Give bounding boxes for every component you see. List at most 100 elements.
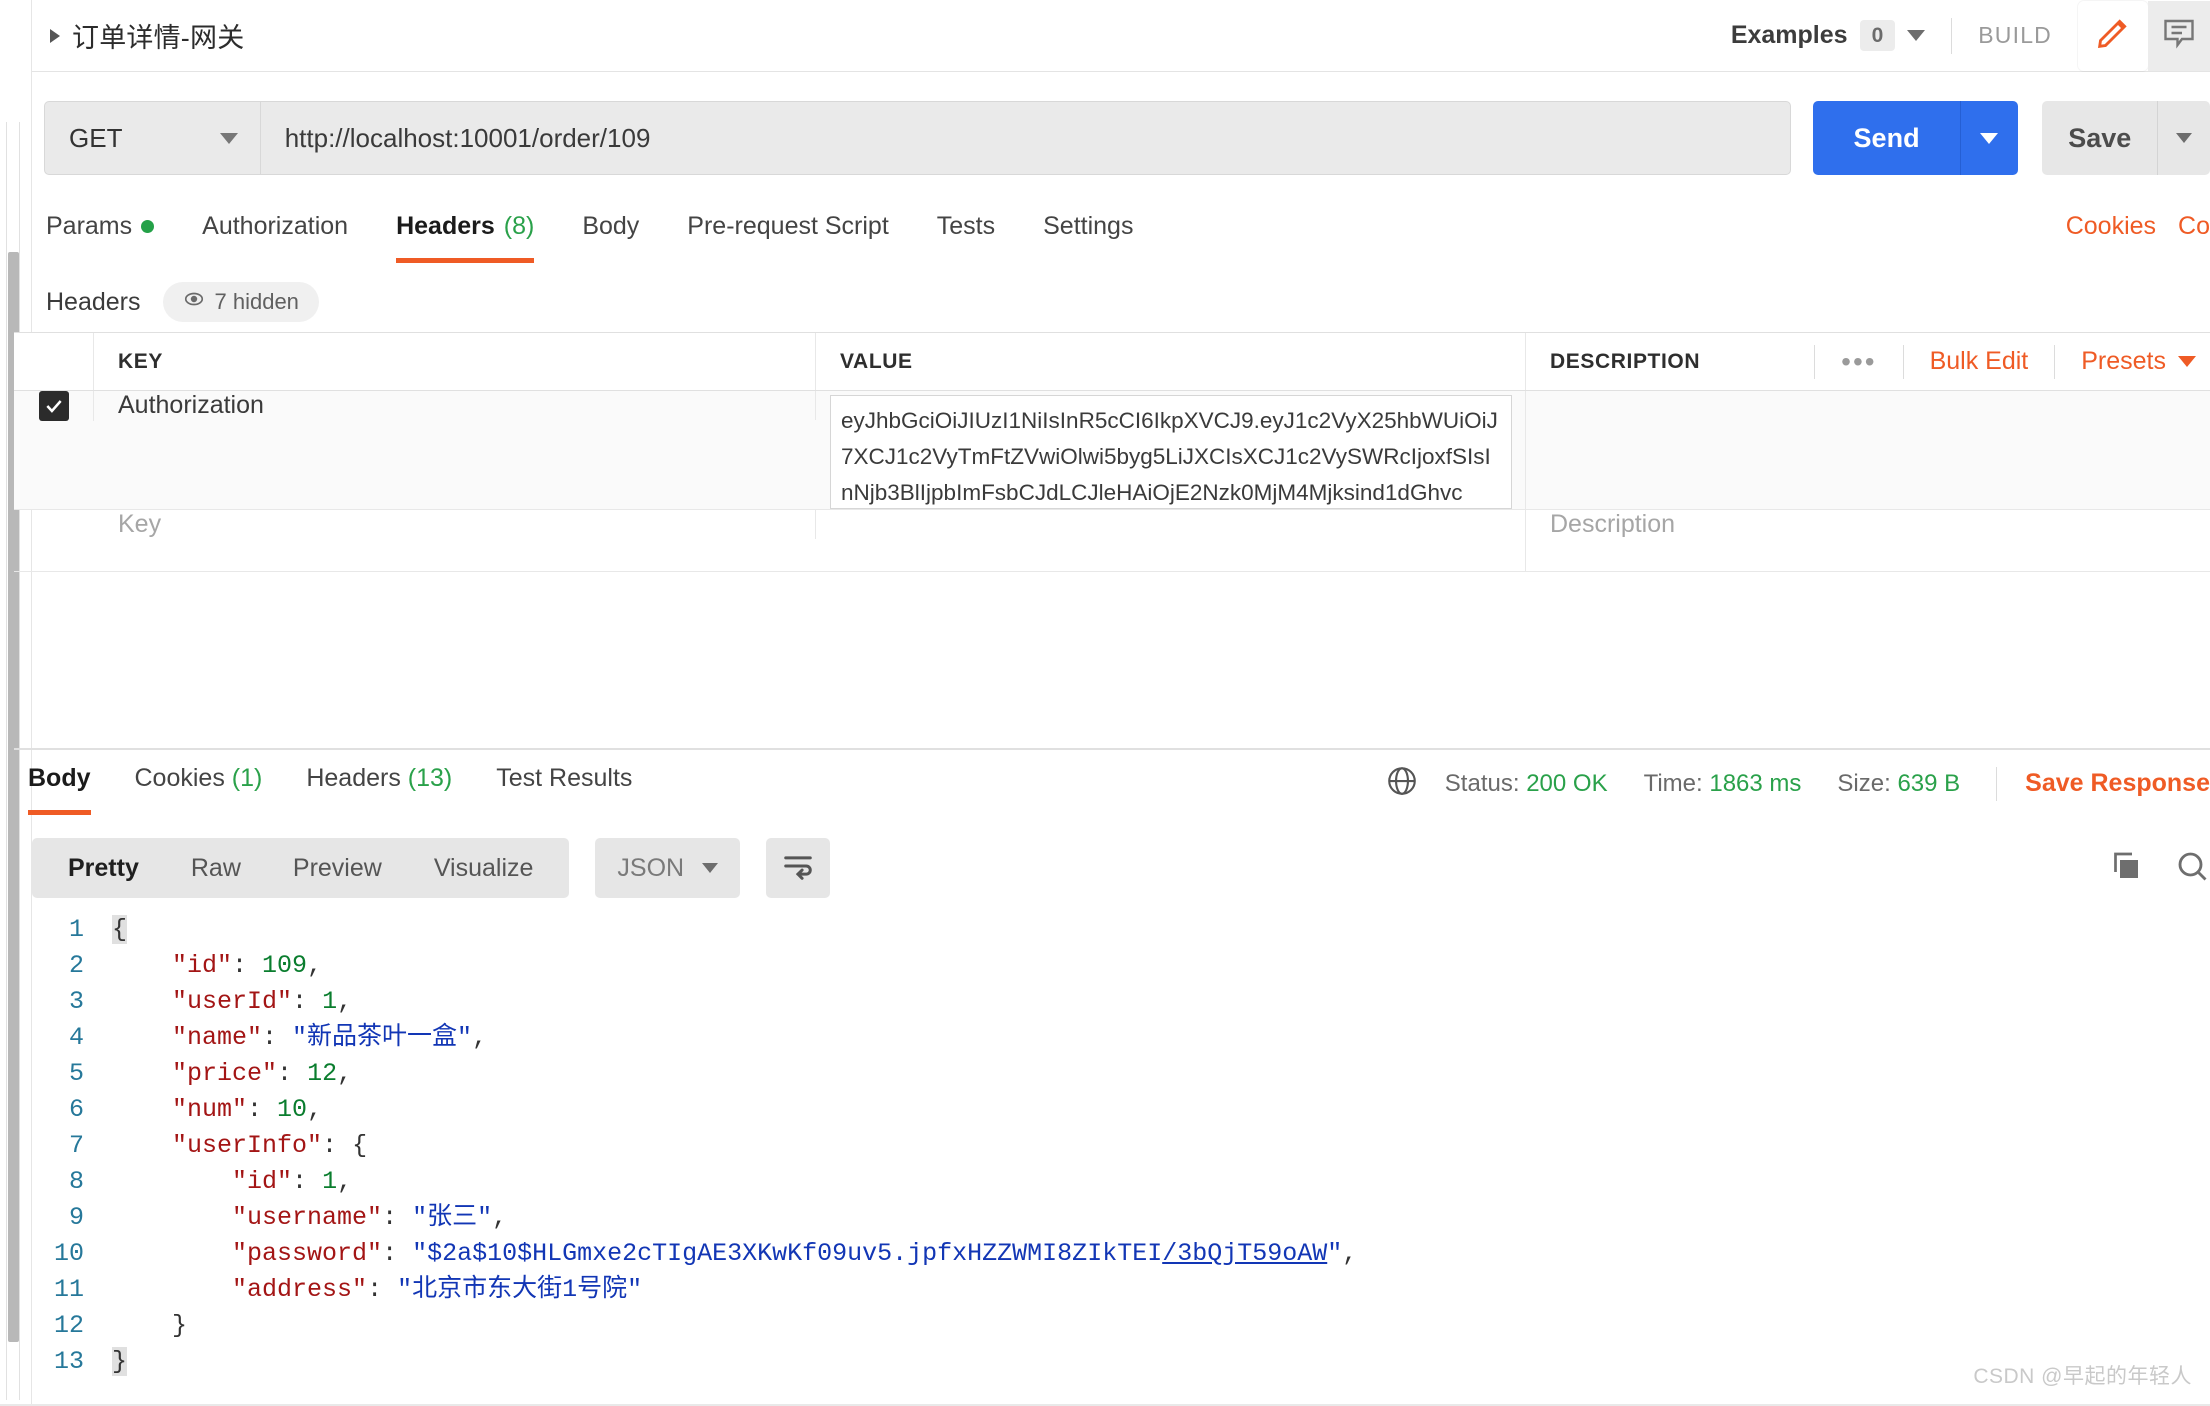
bulk-edit-button[interactable]: Bulk Edit <box>1904 347 2055 376</box>
save-response-button[interactable]: Save Response <box>2025 769 2210 798</box>
line-number: 10 <box>53 1239 84 1268</box>
format-select[interactable]: JSON <box>595 838 741 898</box>
edit-pencil-button[interactable] <box>2078 0 2148 71</box>
presets-dropdown[interactable]: Presets <box>2055 347 2210 376</box>
status-value: 200 OK <box>1526 769 1608 797</box>
code-link[interactable]: Co <box>2178 212 2210 241</box>
comments-button[interactable] <box>2148 0 2210 71</box>
response-tab-test-results[interactable]: Test Results <box>496 750 632 815</box>
headers-table-head: KEY VALUE DESCRIPTION ••• Bulk Edit Pres… <box>14 333 2210 391</box>
send-options-button[interactable] <box>1959 101 2019 175</box>
tab-authorization[interactable]: Authorization <box>202 204 348 263</box>
copy-button[interactable] <box>2108 848 2144 889</box>
cookies-link[interactable]: Cookies <box>2066 212 2156 241</box>
key-column-label: KEY <box>118 349 163 373</box>
line-number: 1 <box>68 915 84 944</box>
row-value-cell[interactable]: eyJhbGciOiJIUzI1NiIsInR5cCI6IkpXVCJ9.eyJ… <box>816 391 1526 509</box>
line-number: 13 <box>53 1347 84 1376</box>
response-tab-cookies-label: Cookies <box>134 764 225 792</box>
search-button[interactable] <box>2174 848 2210 889</box>
code-line: 12 } <box>32 1308 2210 1344</box>
request-tabs: Params Authorization Headers (8) Body Pr… <box>32 204 2210 272</box>
format-label: JSON <box>617 853 685 882</box>
code-text: "id": 1, <box>232 1167 353 1196</box>
response-tab-headers-count: (13) <box>407 764 453 792</box>
code-text: "price": 12, <box>172 1059 353 1088</box>
table-row[interactable]: Key Description <box>14 510 2210 572</box>
tab-settings[interactable]: Settings <box>1043 204 1133 263</box>
view-mode-raw[interactable]: Raw <box>165 838 267 898</box>
wrap-lines-icon <box>781 851 815 886</box>
line-number: 7 <box>68 1131 84 1160</box>
url-value: http://localhost:10001/order/109 <box>284 122 651 153</box>
line-number: 4 <box>68 1023 84 1052</box>
response-tab-headers[interactable]: Headers (13) <box>306 750 452 815</box>
code-text: "userInfo": { <box>172 1131 368 1160</box>
watermark: CSDN @早起的年轻人 <box>1973 1365 2192 1388</box>
request-tabs-links: Cookies Co <box>2066 204 2210 241</box>
url-input[interactable]: http://localhost:10001/order/109 <box>259 101 1792 175</box>
time-label: Time: <box>1643 769 1703 797</box>
response-body-toolbar: Pretty Raw Preview Visualize JSON <box>32 832 2210 904</box>
headers-subbar: Headers 7 hidden <box>32 272 2210 332</box>
tab-pre-request-script[interactable]: Pre-request Script <box>687 204 888 263</box>
send-button[interactable]: Send <box>1813 101 1960 175</box>
response-tab-cookies-count: (1) <box>231 764 263 792</box>
wrap-lines-button[interactable] <box>766 838 831 898</box>
params-indicator-dot <box>141 220 155 233</box>
response-toolbar-actions <box>2108 848 2210 889</box>
chevron-down-icon <box>1907 30 1926 41</box>
tab-headers[interactable]: Headers (8) <box>396 204 535 263</box>
view-mode-preview[interactable]: Preview <box>267 838 408 898</box>
tab-params[interactable]: Params <box>46 204 155 263</box>
examples-dropdown[interactable]: Examples 0 <box>1730 19 1926 52</box>
row-description-cell[interactable]: Description <box>1526 510 2210 539</box>
tab-settings-label: Settings <box>1043 212 1134 240</box>
hidden-headers-toggle[interactable]: 7 hidden <box>162 282 319 322</box>
response-tab-body-label: Body <box>28 764 91 792</box>
checkbox-column-header <box>14 333 94 390</box>
divider <box>1996 766 1998 801</box>
line-number: 12 <box>53 1311 84 1340</box>
code-text: "password": "$2a$10$HLGmxe2cTIgAE3XKwKf0… <box>232 1239 1358 1268</box>
chevron-down-icon <box>1980 132 1999 144</box>
row-key-cell[interactable]: Authorization <box>94 391 816 420</box>
tab-tests-label: Tests <box>936 212 996 240</box>
presets-label: Presets <box>2081 347 2166 375</box>
globe-icon[interactable] <box>1385 764 1419 803</box>
code-text: } <box>112 1347 128 1376</box>
tab-tests[interactable]: Tests <box>937 204 995 263</box>
hidden-headers-count: 7 hidden <box>214 289 299 314</box>
response-tab-cookies[interactable]: Cookies (1) <box>135 750 263 815</box>
code-text: "name": "新品茶叶一盒", <box>172 1023 488 1052</box>
response-tabs: Body Cookies (1) Headers (13) Test Resul… <box>14 750 2210 828</box>
tab-body[interactable]: Body <box>582 204 639 263</box>
row-value-cell[interactable] <box>816 510 1526 571</box>
table-row[interactable]: Authorization eyJhbGciOiJIUzI1NiIsInR5cC… <box>14 391 2210 510</box>
response-tab-body[interactable]: Body <box>28 750 91 815</box>
view-mode-pretty[interactable]: Pretty <box>42 838 165 898</box>
examples-label: Examples <box>1730 21 1848 49</box>
headers-table-actions: ••• Bulk Edit Presets <box>1814 333 2210 390</box>
more-options-icon[interactable]: ••• <box>1815 347 1902 376</box>
view-mode-visualize[interactable]: Visualize <box>408 838 560 898</box>
code-line: 2 "id": 109, <box>32 948 2210 984</box>
save-button[interactable]: Save <box>2042 101 2158 175</box>
http-method-select[interactable]: GET <box>44 101 260 175</box>
tab-headers-count: (8) <box>503 212 535 240</box>
response-body-code[interactable]: 1{2 "id": 109, 3 "userId": 1, 4 "name": "新… <box>32 912 2210 1382</box>
page-title: 订单详情-网关 <box>72 23 245 53</box>
disclosure-triangle-icon[interactable] <box>46 27 64 45</box>
tab-authorization-label: Authorization <box>202 212 349 240</box>
build-label: BUILD <box>1978 22 2052 48</box>
code-line: 11 "address": "北京市东大街1号院" <box>32 1272 2210 1308</box>
chevron-down-icon <box>219 132 238 144</box>
row-key-cell[interactable]: Key <box>94 510 816 539</box>
save-options-button[interactable] <box>2157 101 2210 175</box>
size-label: Size: <box>1837 769 1891 797</box>
status-label: Status: <box>1444 769 1520 797</box>
headers-section-label: Headers <box>46 287 141 316</box>
line-number: 11 <box>53 1275 84 1304</box>
time-badge: Time: 1863 ms <box>1644 770 1802 798</box>
row-checkbox[interactable] <box>38 391 69 421</box>
